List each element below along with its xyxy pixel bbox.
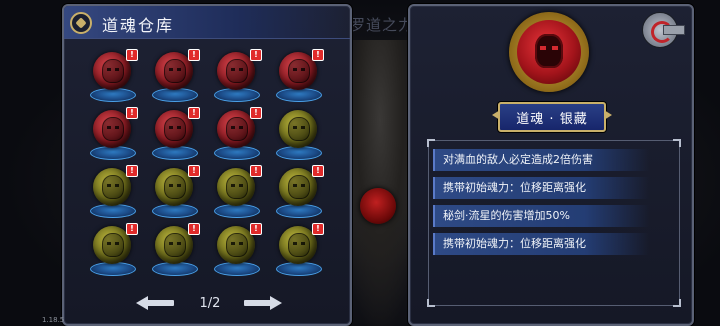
new-alert-badge: ! (312, 223, 324, 235)
orb-pedestal (152, 204, 198, 218)
soul-orb-slot[interactable]: ! (90, 165, 138, 220)
soul-portrait-icon (164, 117, 186, 141)
new-alert-badge: ! (126, 165, 138, 177)
page-indicator: 1/2 (199, 296, 221, 311)
orb-pedestal (214, 204, 260, 218)
soul-orb-slot[interactable]: ! (152, 49, 200, 104)
orb-pedestal (276, 88, 322, 102)
selected-soul-orb (509, 12, 589, 92)
effect-line: 秘剑·流星的伤害增加50% (433, 205, 649, 227)
soul-portrait-icon (102, 59, 124, 83)
effect-line: 携带初始魂力：位移距离强化 (433, 177, 649, 199)
soul-portrait-icon (288, 59, 310, 83)
orb-pedestal (276, 146, 322, 160)
orb-pedestal (90, 204, 136, 218)
soul-portrait-icon (102, 117, 124, 141)
detail-panel: 道魂 · 银藏 对满血的敌人必定造成2倍伤害 携带初始魂力：位移距离强化 秘剑·… (408, 4, 694, 326)
soul-name: 道魂 · 银藏 (516, 112, 588, 127)
soul-orb (279, 110, 317, 148)
back-button[interactable] (642, 12, 686, 48)
orb-pedestal (152, 88, 198, 102)
soul-orb-slot[interactable]: ! (214, 165, 262, 220)
orb-pedestal (90, 146, 136, 160)
soul-orb-slot[interactable]: ! (152, 107, 200, 162)
soul-orb-slot[interactable]: ! (90, 223, 138, 278)
effects-box: 对满血的敌人必定造成2倍伤害 携带初始魂力：位移距离强化 秘剑·流星的伤害增加5… (427, 139, 681, 307)
orb-pedestal (214, 88, 260, 102)
orb-pedestal (90, 88, 136, 102)
version-label: 1.18.5 (42, 316, 65, 324)
soul-orb-slot[interactable] (276, 110, 322, 162)
arrow-right-icon (270, 296, 282, 310)
inventory-title: 道魂仓库 (102, 16, 175, 35)
new-alert-badge: ! (126, 107, 138, 119)
soul-portrait-icon (164, 175, 186, 199)
soul-orb-slot[interactable]: ! (214, 223, 262, 278)
orb-pedestal (276, 262, 322, 276)
new-alert-badge: ! (188, 49, 200, 61)
new-alert-badge: ! (188, 107, 200, 119)
prev-page-button[interactable] (136, 296, 176, 310)
new-alert-badge: ! (188, 223, 200, 235)
background-orb-glyph-icon (369, 196, 387, 216)
soul-portrait-icon (164, 59, 186, 83)
game-scene: 罗道之力 道魂仓库 !!!!!!!!!!!!!!! 1/2 道魂 · 银藏 对满… (0, 0, 720, 326)
inventory-title-bar: 道魂仓库 (64, 6, 350, 39)
background-title: 罗道之力 (350, 16, 415, 34)
soul-portrait-icon (288, 175, 310, 199)
soul-orb-slot[interactable]: ! (276, 49, 324, 104)
soul-name-plate: 道魂 · 银藏 (498, 102, 606, 132)
soul-portrait-icon (226, 233, 248, 257)
soul-orb-slot[interactable]: ! (152, 165, 200, 220)
soul-portrait-icon (164, 233, 186, 257)
soul-portrait-icon (226, 117, 248, 141)
new-alert-badge: ! (250, 107, 262, 119)
new-alert-badge: ! (126, 49, 138, 61)
background-orb (360, 188, 396, 224)
diamond-emblem-icon (65, 7, 97, 39)
soul-orb-slot[interactable]: ! (90, 107, 138, 162)
orb-pedestal (90, 262, 136, 276)
orb-pedestal (152, 146, 198, 160)
new-alert-badge: ! (312, 49, 324, 61)
new-alert-badge: ! (250, 49, 262, 61)
soul-orb-slot[interactable]: ! (276, 165, 324, 220)
effect-line: 携带初始魂力：位移距离强化 (433, 233, 649, 255)
new-alert-badge: ! (312, 165, 324, 177)
soul-portrait-icon (226, 175, 248, 199)
next-page-button[interactable] (242, 296, 282, 310)
soul-portrait-icon (288, 117, 310, 141)
soul-orb-slot[interactable]: ! (214, 49, 262, 104)
orb-pedestal (152, 262, 198, 276)
orb-pedestal (214, 262, 260, 276)
new-alert-badge: ! (250, 165, 262, 177)
soul-portrait-icon (102, 175, 124, 199)
new-alert-badge: ! (250, 223, 262, 235)
soul-portrait-icon (535, 34, 563, 68)
soul-portrait-icon (226, 59, 248, 83)
soul-orb-slot[interactable]: ! (90, 49, 138, 104)
effect-line: 对满血的敌人必定造成2倍伤害 (433, 149, 649, 171)
orb-pedestal (276, 204, 322, 218)
new-alert-badge: ! (188, 165, 200, 177)
soul-portrait-icon (102, 233, 124, 257)
soul-orb-slot[interactable]: ! (276, 223, 324, 278)
soul-portrait-icon (288, 233, 310, 257)
soul-orb-slot[interactable]: ! (214, 107, 262, 162)
return-arrow-icon (642, 12, 685, 48)
soul-orb-slot[interactable]: ! (152, 223, 200, 278)
orb-pedestal (214, 146, 260, 160)
orb-grid: !!!!!!!!!!!!!!! (90, 49, 340, 292)
inventory-panel: 道魂仓库 !!!!!!!!!!!!!!! 1/2 (62, 4, 352, 326)
new-alert-badge: ! (126, 223, 138, 235)
